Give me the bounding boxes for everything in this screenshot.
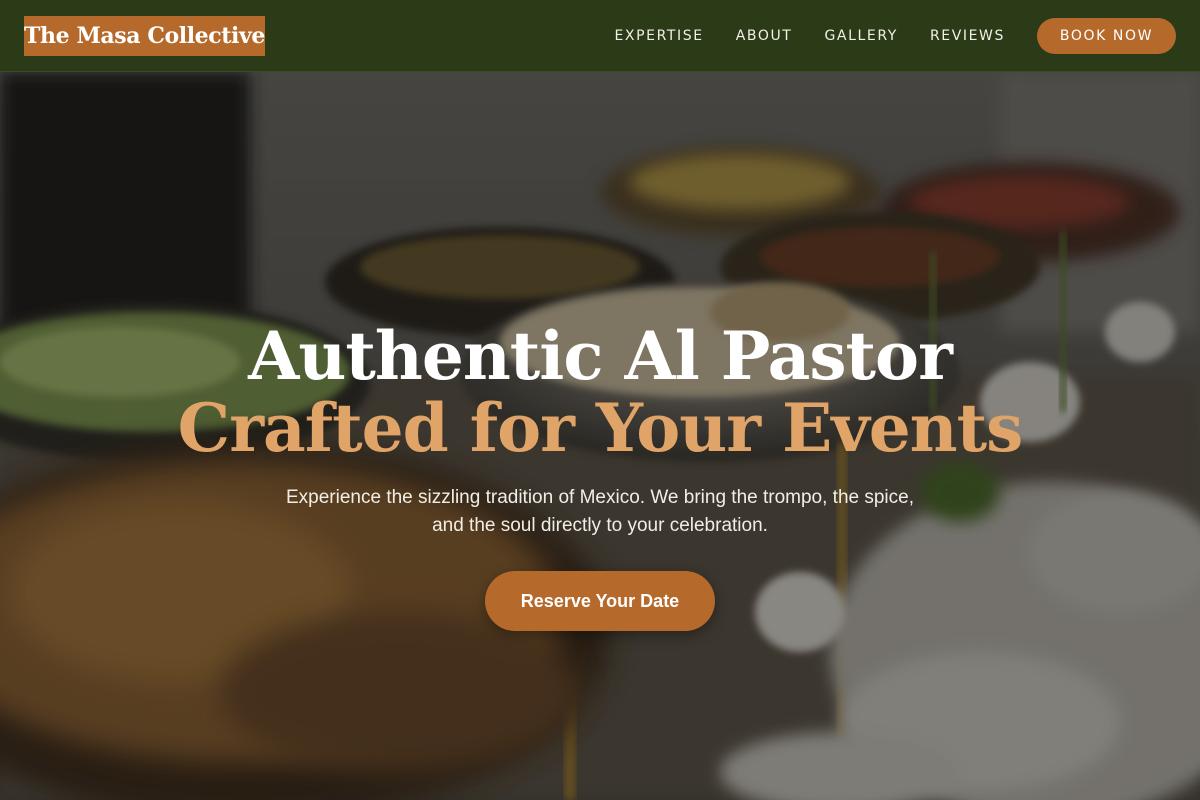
nav-links: EXPERTISE ABOUT GALLERY REVIEWS BOOK NOW [614,17,1176,54]
hero-content: Authentic Al Pastor Crafted for Your Eve… [0,72,1200,800]
hero-headline-line2: Crafted for Your Events [177,389,1024,467]
nav-link-about[interactable]: ABOUT [736,28,793,44]
hero-headline-line1: Authentic Al Pastor [248,317,953,395]
book-now-button[interactable]: BOOK NOW [1037,17,1176,54]
reserve-date-button[interactable]: Reserve Your Date [485,571,715,631]
brand-logo[interactable]: The Masa Collective [24,15,265,56]
hero-section: Authentic Al Pastor Crafted for Your Eve… [0,72,1200,800]
nav-link-gallery[interactable]: GALLERY [824,28,897,44]
nav-link-expertise[interactable]: EXPERTISE [614,28,703,44]
hero-subtext: Experience the sizzling tradition of Mex… [285,487,914,536]
nav-link-reviews[interactable]: REVIEWS [930,28,1005,44]
navbar: The Masa Collective EXPERTISE ABOUT GALL… [0,0,1200,72]
